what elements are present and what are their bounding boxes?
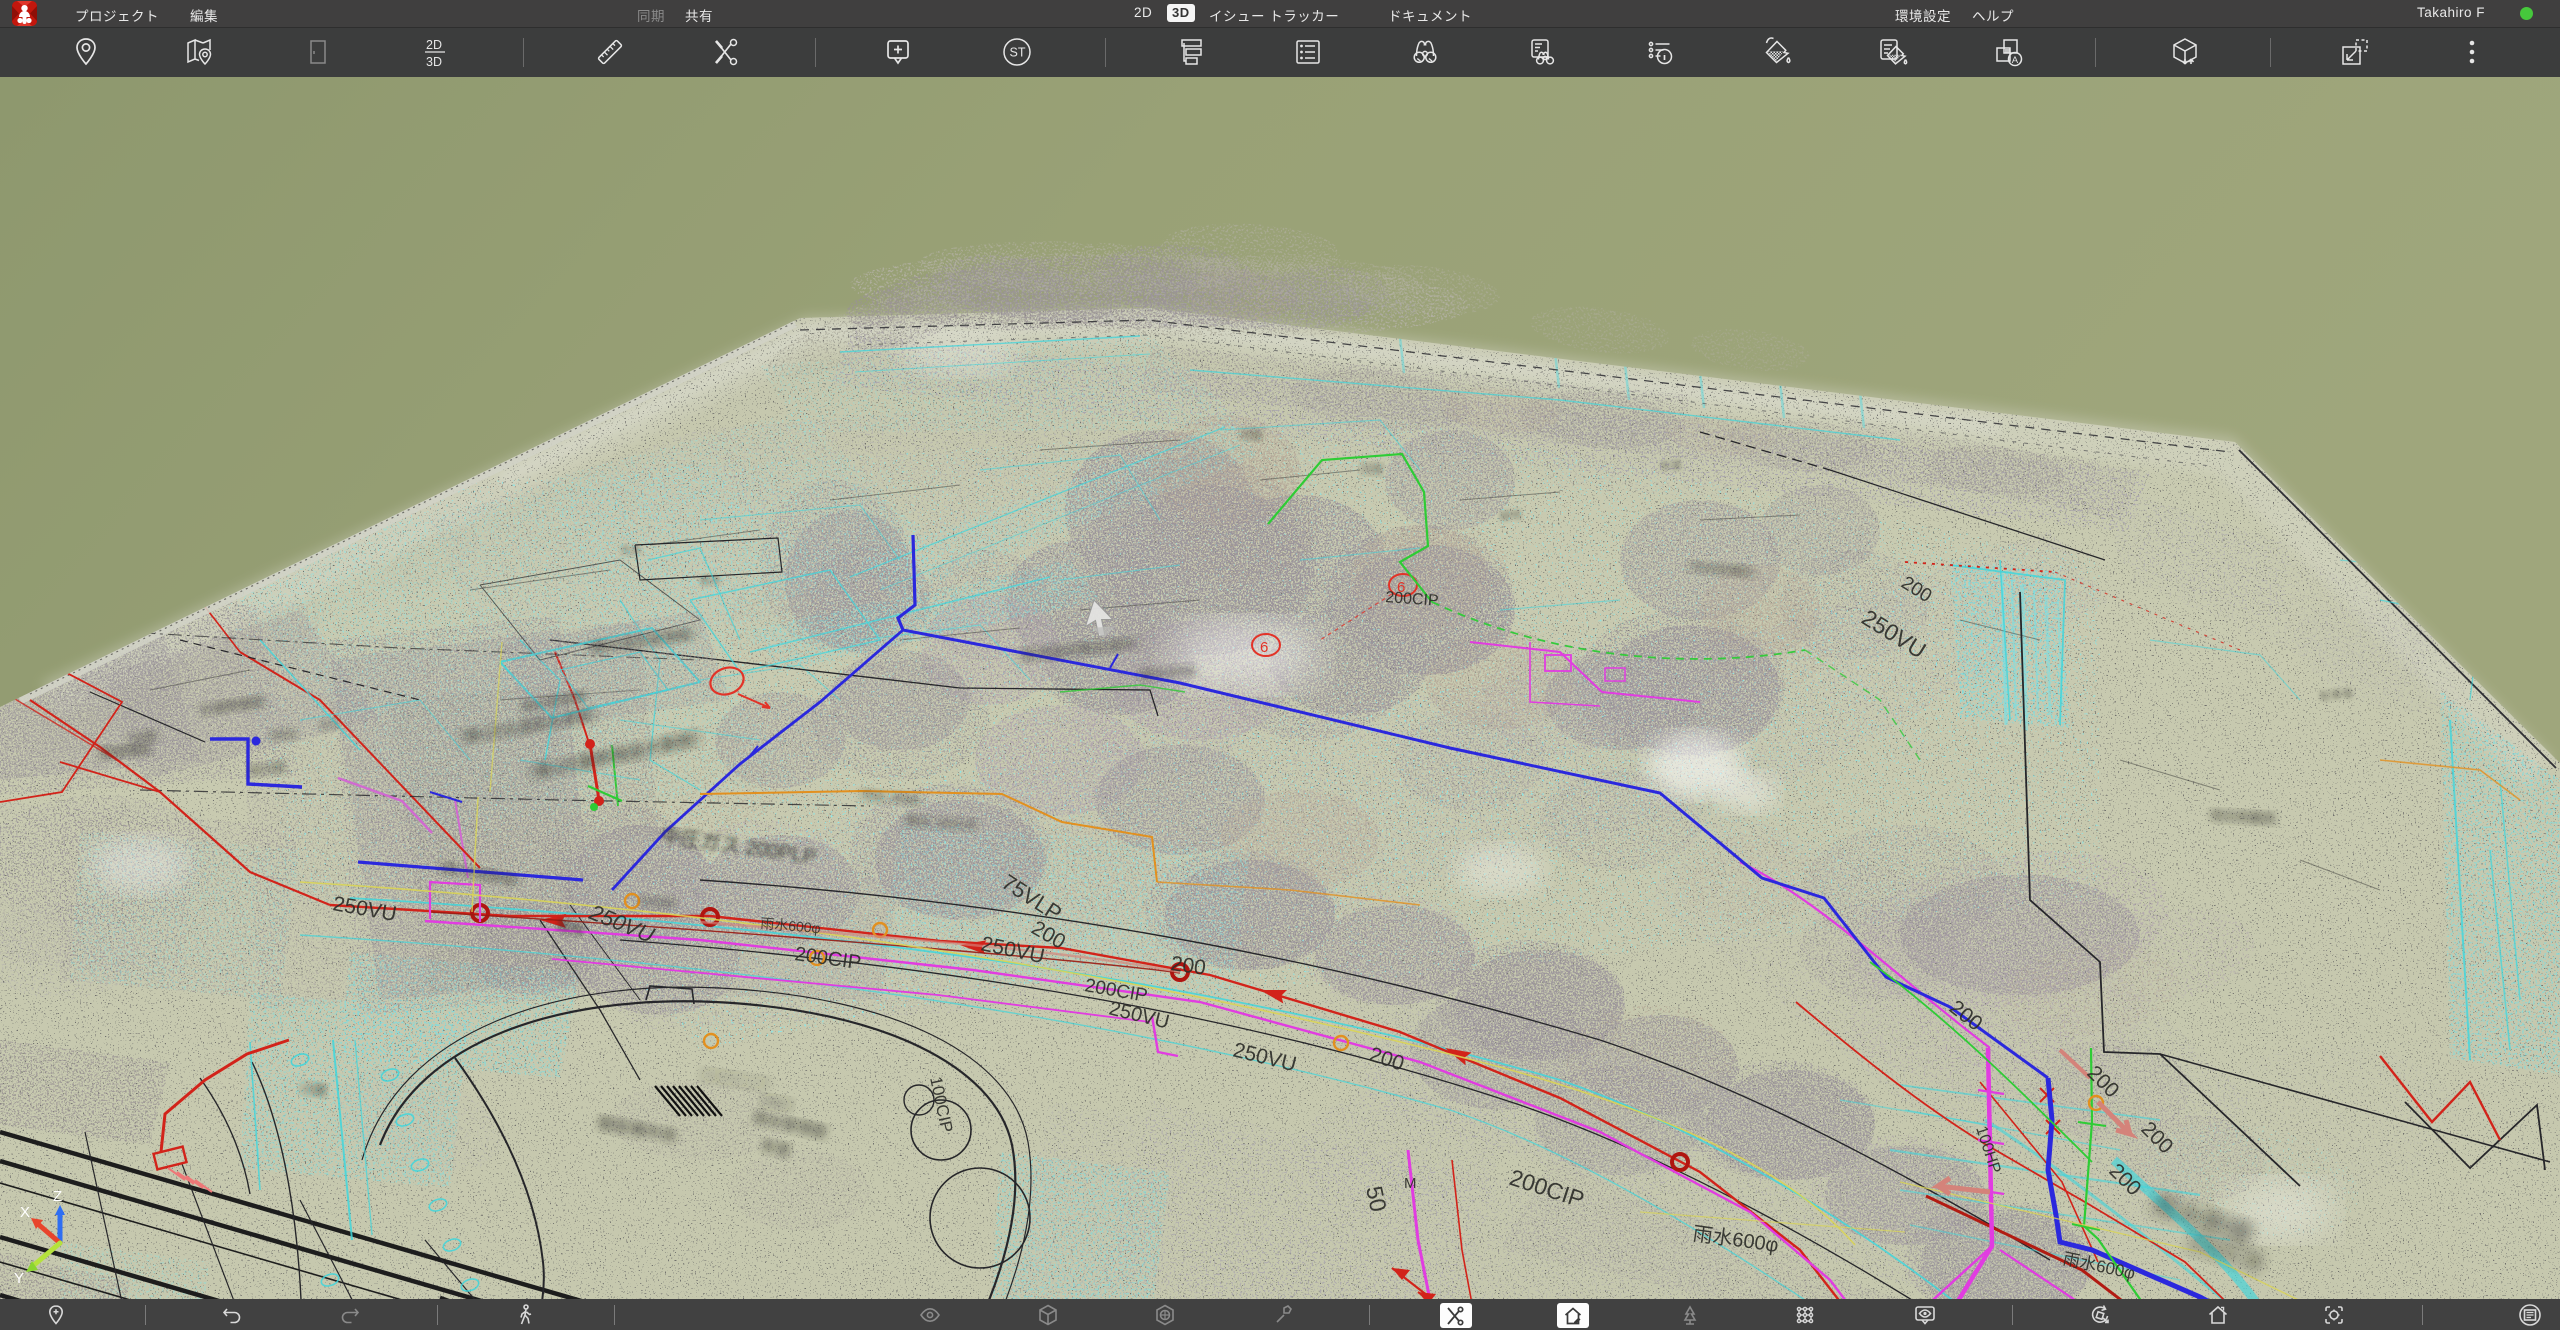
svg-text:Y: Y (14, 1270, 24, 1287)
svg-text:6: 6 (1260, 639, 1268, 656)
svg-text:3D: 3D (426, 55, 442, 69)
svg-text:X: X (20, 1204, 30, 1221)
svg-text:広場: 広場 (1360, 462, 1383, 476)
svg-text:ST: ST (1010, 46, 1026, 60)
svg-text:300A: 300A (269, 727, 298, 743)
svg-text:汚水: 汚水 (619, 543, 642, 558)
svg-text:M: M (1404, 1175, 1417, 1192)
svg-text:50: 50 (1361, 1184, 1392, 1214)
svg-text:A: A (2012, 55, 2019, 66)
svg-text:雨水: 雨水 (699, 573, 722, 588)
svg-text:375: 375 (319, 717, 341, 733)
svg-text:200: 200 (1169, 952, 1207, 980)
svg-text:花壇: 花壇 (1240, 427, 1263, 442)
svg-text:2D: 2D (426, 38, 442, 52)
svg-text:Z: Z (53, 1188, 62, 1205)
